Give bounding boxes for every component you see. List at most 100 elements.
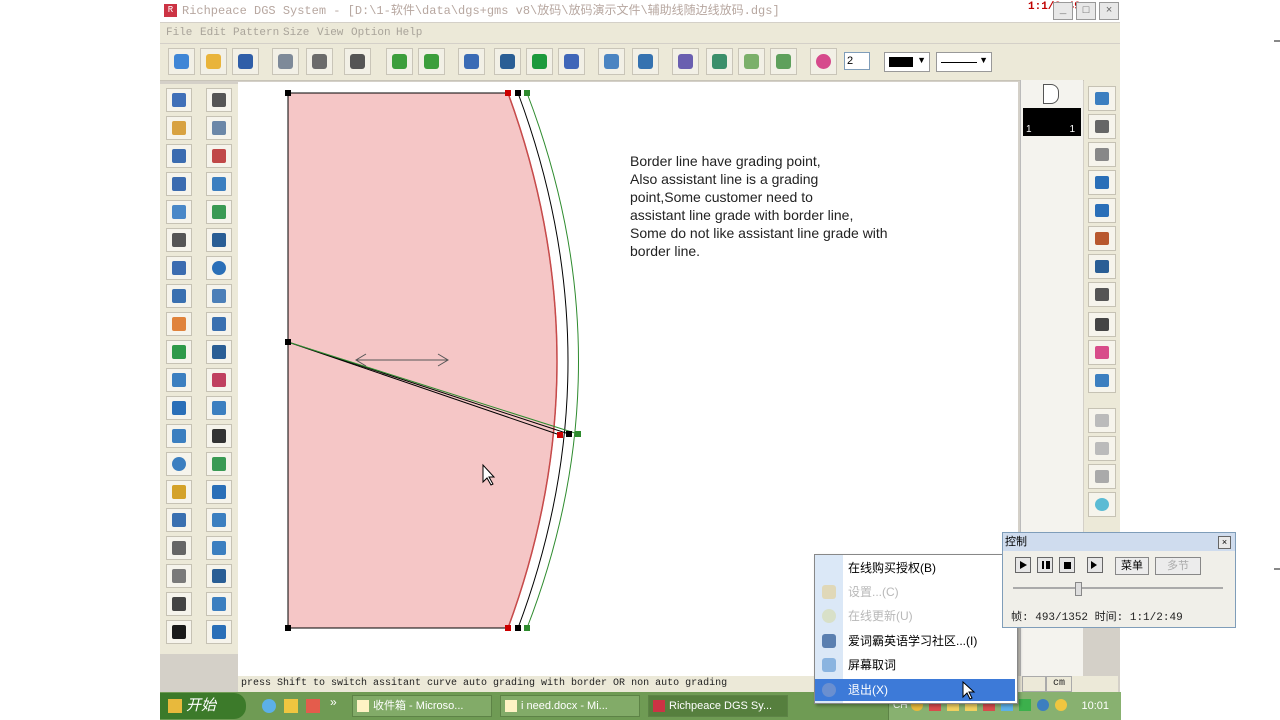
- menu-item-community[interactable]: 爱词霸英语学习社区...(I): [815, 630, 1015, 652]
- fold-icon[interactable]: [206, 368, 232, 392]
- camera-icon[interactable]: [306, 48, 333, 75]
- stitch-icon[interactable]: [166, 564, 192, 588]
- menu-edit[interactable]: Edit: [200, 27, 226, 39]
- align-icon[interactable]: [632, 48, 659, 75]
- triangle-tool-icon[interactable]: [166, 508, 192, 532]
- dot-chart-icon[interactable]: [672, 48, 699, 75]
- minimize-button[interactable]: _: [1053, 2, 1073, 20]
- brush-icon[interactable]: [598, 48, 625, 75]
- menu-button[interactable]: 菜单: [1115, 557, 1149, 575]
- grade-point[interactable]: [285, 625, 291, 631]
- select-arrow-icon[interactable]: [166, 88, 192, 112]
- skirt-icon[interactable]: [166, 424, 192, 448]
- grade-point[interactable]: [285, 339, 291, 345]
- compass-icon[interactable]: [166, 256, 192, 280]
- grade-point[interactable]: [505, 625, 511, 631]
- dotted-line-icon[interactable]: [1088, 282, 1116, 307]
- select-box-icon[interactable]: [206, 88, 232, 112]
- progress-track[interactable]: [1013, 587, 1223, 589]
- drill-icon[interactable]: [206, 564, 232, 588]
- ruler-icon[interactable]: [458, 48, 485, 75]
- chevron-right-icon[interactable]: »: [330, 695, 337, 709]
- close-icon[interactable]: ×: [1218, 536, 1231, 549]
- stripes-icon[interactable]: [1088, 464, 1116, 489]
- grid-select-icon[interactable]: [206, 200, 232, 224]
- import-icon[interactable]: [1088, 86, 1116, 111]
- progress-thumb[interactable]: [1075, 582, 1082, 596]
- button-icon[interactable]: [206, 256, 232, 280]
- grade-point[interactable]: [566, 431, 572, 437]
- pattern-piece-icon[interactable]: [206, 144, 232, 168]
- align-points-icon[interactable]: [206, 452, 232, 476]
- line-chart-icon[interactable]: [706, 48, 733, 75]
- pencil-icon[interactable]: [166, 116, 192, 140]
- grading-icon[interactable]: [738, 48, 765, 75]
- tape-measure-icon[interactable]: [166, 480, 192, 504]
- size-input[interactable]: [844, 52, 870, 70]
- grade-point[interactable]: [557, 432, 563, 438]
- pleat-icon[interactable]: [206, 312, 232, 336]
- close-button[interactable]: ×: [1099, 2, 1119, 20]
- pen-icon[interactable]: [272, 48, 299, 75]
- menu-item-screen-word[interactable]: 屏幕取词: [815, 654, 1015, 676]
- curve-edit-icon[interactable]: [206, 480, 232, 504]
- save-icon[interactable]: [232, 48, 259, 75]
- start-button[interactable]: 开始: [160, 693, 246, 719]
- task-richpeace[interactable]: Richpeace DGS Sy...: [648, 695, 788, 717]
- layers-icon[interactable]: [1088, 312, 1116, 337]
- grade-point[interactable]: [524, 625, 530, 631]
- curve-tool-icon[interactable]: [1088, 142, 1116, 167]
- piece-outline-icon[interactable]: [1043, 84, 1059, 104]
- clock[interactable]: 10:01: [1081, 692, 1109, 720]
- next-frame-button[interactable]: [1087, 557, 1103, 573]
- grid-icon[interactable]: [494, 48, 521, 75]
- seam-icon[interactable]: [1088, 170, 1116, 195]
- menu-pattern[interactable]: Pattern: [233, 27, 279, 39]
- color-select[interactable]: ▼: [884, 52, 930, 72]
- flag-icon[interactable]: [1088, 198, 1116, 223]
- house-icon[interactable]: [558, 48, 585, 75]
- scissors-icon[interactable]: [166, 536, 192, 560]
- plotter-icon[interactable]: [344, 48, 371, 75]
- rainbow-icon[interactable]: [1088, 226, 1116, 251]
- menu-help[interactable]: Help: [396, 27, 422, 39]
- measure-icon[interactable]: [206, 228, 232, 252]
- eraser-icon[interactable]: [166, 312, 192, 336]
- scissors-line-icon[interactable]: [166, 200, 192, 224]
- graph-icon[interactable]: [1088, 368, 1116, 393]
- barcode-icon[interactable]: [166, 592, 192, 616]
- pause-button[interactable]: [1037, 557, 1053, 573]
- blocks-icon[interactable]: [206, 508, 232, 532]
- piece-thumbnail[interactable]: 1 1: [1023, 108, 1081, 136]
- network-icon[interactable]: [1037, 699, 1049, 711]
- split-icon[interactable]: [206, 536, 232, 560]
- menu-file[interactable]: File: [166, 27, 192, 39]
- menu-view[interactable]: View: [317, 27, 343, 39]
- stop-button[interactable]: [1059, 557, 1075, 573]
- rotate-icon[interactable]: [206, 396, 232, 420]
- dart-icon[interactable]: [206, 340, 232, 364]
- menu-size[interactable]: Size: [283, 27, 309, 39]
- panel-icon[interactable]: [166, 396, 192, 420]
- pocket-icon[interactable]: [206, 116, 232, 140]
- grade-point[interactable]: [524, 90, 530, 96]
- shield-icon[interactable]: [1019, 699, 1031, 711]
- mirror-icon[interactable]: [206, 424, 232, 448]
- trapezoid-icon[interactable]: [1088, 436, 1116, 461]
- new-file-icon[interactable]: [168, 48, 195, 75]
- parallelogram-icon[interactable]: [1088, 408, 1116, 433]
- hand-icon[interactable]: [166, 368, 192, 392]
- grade-point[interactable]: [575, 431, 581, 437]
- export-icon[interactable]: [1088, 114, 1116, 139]
- undo-icon[interactable]: [386, 48, 413, 75]
- grade-point[interactable]: [515, 625, 521, 631]
- boot-icon[interactable]: [206, 172, 232, 196]
- line-style-select[interactable]: ▼: [936, 52, 992, 72]
- grade-point[interactable]: [285, 90, 291, 96]
- menu-item-exit[interactable]: 退出(X): [815, 679, 1015, 701]
- folder-icon[interactable]: [284, 699, 298, 713]
- open-folder-icon[interactable]: [200, 48, 227, 75]
- eyeglasses-icon[interactable]: [166, 228, 192, 252]
- browser-icon[interactable]: [262, 699, 276, 713]
- grade-table-icon[interactable]: [770, 48, 797, 75]
